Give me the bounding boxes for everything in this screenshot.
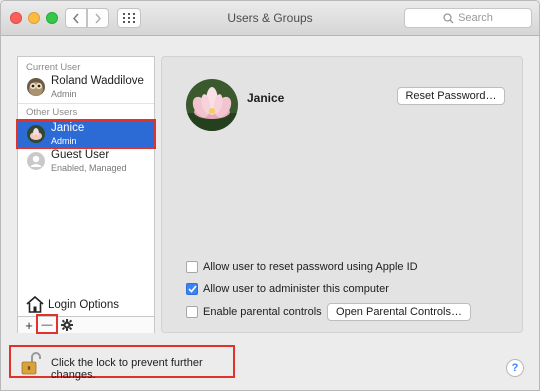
house-icon	[26, 296, 44, 313]
users-list: Current User Roland Waddilove Admin Othe…	[16, 56, 156, 334]
title-bar: Users & Groups Search	[1, 1, 539, 36]
reset-password-button[interactable]: Reset Password…	[397, 87, 505, 105]
search-placeholder: Search	[458, 12, 493, 24]
help-button[interactable]: ?	[506, 359, 524, 377]
unlocked-padlock-icon[interactable]	[21, 351, 41, 375]
option-parental-controls[interactable]: Enable parental controls	[186, 304, 322, 320]
lock-message: Click the lock to prevent further change…	[51, 357, 203, 381]
gear-icon	[61, 319, 73, 331]
owl-avatar-icon	[27, 78, 45, 96]
remove-button-highlight	[36, 314, 58, 334]
option-reset-password-apple-id[interactable]: Allow user to reset password using Apple…	[186, 259, 418, 275]
user-role: Admin	[51, 89, 77, 99]
option-label: Allow user to reset password using Apple…	[203, 261, 418, 273]
action-menu-button[interactable]	[58, 317, 76, 333]
checkbox-checked[interactable]	[186, 283, 198, 295]
option-label: Enable parental controls	[203, 306, 322, 318]
guest-avatar-icon	[27, 152, 45, 170]
checkbox[interactable]	[186, 306, 198, 318]
other-users-heading: Other Users	[26, 107, 78, 118]
user-role: Admin	[51, 136, 77, 146]
lotus-avatar-icon	[27, 125, 45, 143]
checkmark-icon	[187, 285, 197, 293]
lotus-avatar-icon	[186, 79, 238, 131]
divider	[18, 103, 154, 104]
user-row-roland-waddilove[interactable]: Roland Waddilove Admin	[18, 74, 154, 100]
search-icon	[443, 12, 454, 23]
option-administer-computer[interactable]: Allow user to administer this computer	[186, 281, 389, 297]
checkbox[interactable]	[186, 261, 198, 273]
user-name: Roland Waddilove	[51, 75, 144, 87]
user-role: Enabled, Managed	[51, 163, 127, 173]
option-label: Allow user to administer this computer	[203, 283, 389, 295]
search-field[interactable]: Search	[404, 8, 532, 28]
selected-user-name: Janice	[247, 91, 285, 105]
open-parental-controls-button[interactable]: Open Parental Controls…	[327, 303, 471, 321]
user-detail-panel: Janice Reset Password… Allow user to res…	[161, 56, 523, 333]
list-toolbar: + —	[18, 314, 154, 334]
user-name: Guest User	[51, 149, 110, 161]
user-row-janice[interactable]: Janice Admin	[16, 119, 156, 149]
users-groups-window: Users & Groups Search Current User Rolan…	[0, 0, 540, 391]
user-row-guest-user[interactable]: Guest User Enabled, Managed	[18, 148, 154, 174]
lock-area[interactable]: Click the lock to prevent further change…	[9, 345, 235, 381]
login-options-label: Login Options	[48, 299, 119, 311]
user-name: Janice	[51, 122, 85, 134]
user-picture[interactable]	[186, 79, 238, 131]
current-user-heading: Current User	[26, 62, 81, 73]
